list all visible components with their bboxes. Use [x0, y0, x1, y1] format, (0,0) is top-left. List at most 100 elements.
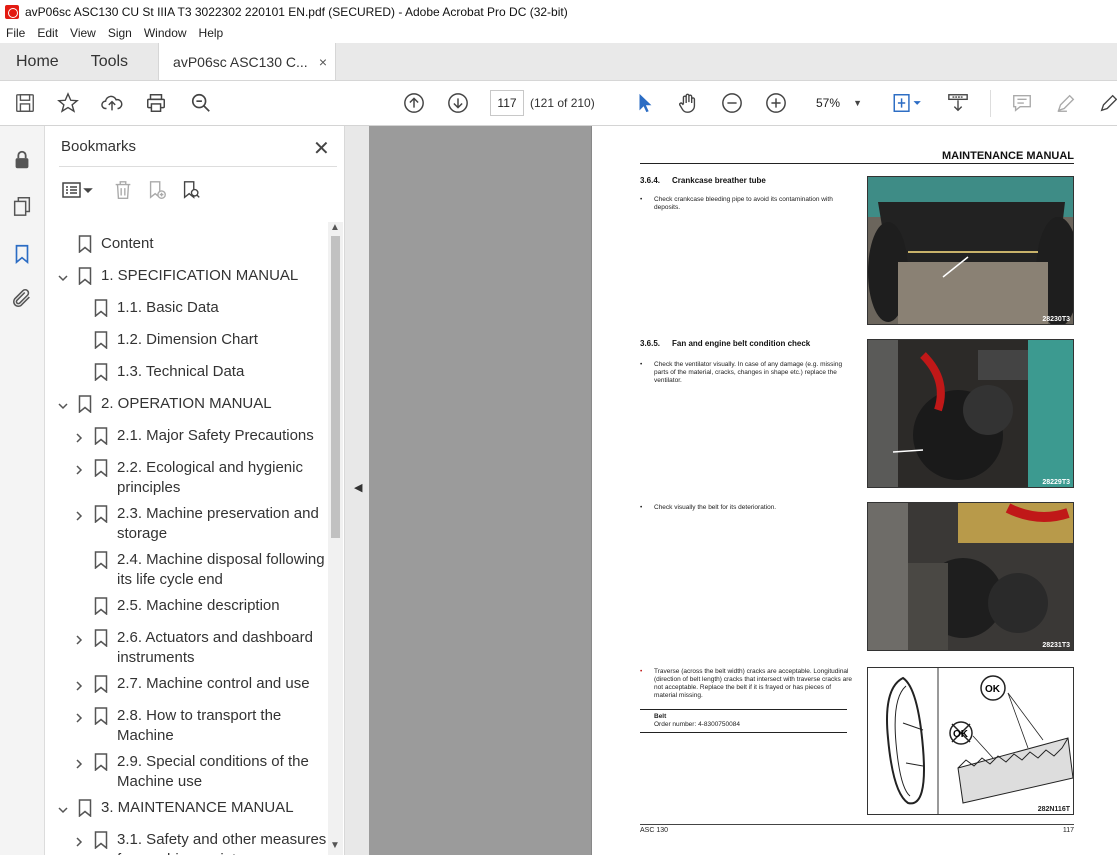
scroll-mode-icon[interactable]	[946, 91, 970, 115]
next-page-icon[interactable]	[446, 91, 470, 115]
bookmark-icon	[94, 597, 108, 616]
page-thumbnails-icon[interactable]	[10, 194, 34, 218]
chevron-right-icon[interactable]	[73, 834, 85, 847]
bookmark-options-icon[interactable]	[61, 178, 95, 202]
bookmark-icon	[78, 799, 92, 818]
paragraph: • Check crankcase bleeding pipe to avoid…	[640, 196, 833, 211]
menu-bar: File Edit View Sign Window Help	[0, 23, 1117, 43]
draw-sign-icon[interactable]	[1097, 91, 1117, 115]
bookmark-label: 2.8. How to transport the Machine	[117, 707, 282, 744]
new-bookmark-icon[interactable]	[145, 178, 169, 202]
page-number-input[interactable]: 117	[490, 90, 524, 116]
bookmarks-scrollbar[interactable]: ▲ ▼	[328, 222, 343, 855]
bookmarks-title: Bookmarks	[61, 138, 137, 155]
tab-document-label: avP06sc ASC130 C...	[173, 53, 308, 70]
pdf-page: MAINTENANCE MANUAL 3.6.4. Crankcase breat…	[591, 126, 1117, 855]
paragraph: • Traverse (across the belt width) crack…	[640, 668, 852, 699]
prev-page-icon[interactable]	[402, 91, 426, 115]
bookmark-icon	[94, 831, 108, 850]
footer-page-number: 117	[1062, 827, 1074, 834]
bookmark-label: 1.3. Technical Data	[117, 363, 245, 380]
menu-file[interactable]: File	[0, 26, 31, 40]
chevron-down-icon[interactable]	[57, 398, 69, 410]
photo-caption: 28231T3	[1042, 642, 1070, 649]
chevron-right-icon[interactable]	[73, 756, 85, 769]
fan-photo: 28229T3	[867, 339, 1074, 488]
menu-view[interactable]: View	[64, 26, 102, 40]
chevron-right-icon[interactable]	[73, 508, 85, 521]
chevron-down-icon[interactable]	[57, 802, 69, 814]
chevron-right-icon[interactable]	[73, 430, 85, 443]
menu-edit[interactable]: Edit	[31, 26, 64, 40]
chevron-down-icon[interactable]	[57, 270, 69, 282]
zoom-out-icon[interactable]	[720, 91, 744, 115]
tab-tools[interactable]: Tools	[75, 43, 144, 80]
scrollbar-thumb[interactable]	[331, 236, 340, 538]
bookmark-label: 1.1. Basic Data	[117, 299, 219, 316]
print-icon[interactable]	[144, 91, 168, 115]
fit-page-icon[interactable]	[890, 91, 926, 115]
bookmark-label: 1. SPECIFICATION MANUAL	[101, 267, 299, 284]
navigation-rail	[0, 126, 45, 855]
bookmark-label: 3.1. Safety and other measures for machi…	[117, 831, 327, 855]
document-view[interactable]: ◀ MAINTENANCE MANUAL 3.6.4. Crankcase bre…	[345, 126, 1117, 855]
bookmarks-panel: Bookmarks ✕ Content 1. SPECIFICATION MANU…	[45, 126, 345, 855]
section-heading: 3.6.4. Crankcase breather tube	[640, 176, 766, 185]
tab-close-button[interactable]: ×	[319, 54, 327, 70]
bookmark-icon	[78, 267, 92, 286]
find-bookmark-icon[interactable]	[179, 178, 203, 202]
part-name: Belt	[654, 713, 667, 720]
bookmark-icon	[94, 675, 108, 694]
menu-window[interactable]: Window	[138, 26, 193, 40]
bookmark-icon	[78, 235, 92, 254]
page-header: MAINTENANCE MANUAL	[640, 150, 1074, 164]
crankcase-photo: 28230T3	[867, 176, 1074, 325]
paragraph: • Check the ventilator visually. In case…	[640, 361, 843, 384]
photo-caption: 28230T3	[1042, 316, 1070, 323]
search-zoom-icon[interactable]	[189, 91, 213, 115]
zoom-in-icon[interactable]	[764, 91, 788, 115]
bookmarks-close-button[interactable]: ✕	[313, 136, 330, 161]
chevron-right-icon[interactable]	[73, 678, 85, 691]
bookmark-icon	[94, 427, 108, 446]
delete-bookmark-icon[interactable]	[111, 178, 135, 202]
collapse-panel-arrow-icon[interactable]: ◀	[354, 481, 362, 494]
bookmark-panel-icon[interactable]	[10, 242, 34, 266]
upload-cloud-icon[interactable]	[100, 91, 124, 115]
bookmark-label: Content	[101, 235, 154, 252]
chevron-down-icon: ▼	[853, 98, 862, 108]
menu-sign[interactable]: Sign	[102, 26, 138, 40]
tab-bar: Home Tools avP06sc ASC130 C... ×	[0, 43, 1117, 81]
page-count-label: (121 of 210)	[530, 96, 595, 110]
attachment-paperclip-icon[interactable]	[10, 286, 34, 310]
zoom-level-value: 57%	[816, 96, 841, 110]
bookmarks-tree: Content 1. SPECIFICATION MANUAL 1.1. Basic…	[45, 222, 327, 855]
toolbar-divider	[990, 90, 991, 117]
highlight-pen-icon[interactable]	[1054, 91, 1078, 115]
comment-icon[interactable]	[1010, 91, 1034, 115]
chevron-right-icon[interactable]	[73, 710, 85, 723]
bookmark-label: 2.4. Machine disposal following its life…	[117, 551, 325, 588]
tab-document[interactable]: avP06sc ASC130 C... ×	[158, 43, 337, 80]
select-cursor-icon[interactable]	[633, 91, 657, 115]
bookmark-label: 2.3. Machine preservation and storage	[117, 505, 319, 542]
chevron-right-icon[interactable]	[73, 462, 85, 475]
diagram-label-nok: OK	[953, 729, 969, 740]
scroll-up-arrow-icon[interactable]: ▲	[330, 222, 340, 233]
lock-icon[interactable]	[10, 148, 34, 172]
bookmark-icon	[78, 395, 92, 414]
bookmark-icon	[94, 505, 108, 524]
bookmark-icon	[94, 551, 108, 570]
tab-home[interactable]: Home	[0, 43, 75, 80]
save-icon[interactable]	[13, 91, 37, 115]
hand-tool-icon[interactable]	[676, 91, 700, 115]
scroll-down-arrow-icon[interactable]: ▼	[330, 840, 340, 851]
zoom-level-select[interactable]: 57% ▼	[806, 90, 868, 116]
menu-help[interactable]: Help	[193, 26, 230, 40]
star-icon[interactable]	[56, 91, 80, 115]
section-heading: 3.6.5. Fan and engine belt condition chec…	[640, 339, 811, 348]
bookmark-label: 2.6. Actuators and dashboard instruments	[117, 629, 313, 666]
part-order-number: Order number: 4-8300750084	[654, 721, 741, 728]
bookmark-icon	[94, 629, 108, 648]
chevron-right-icon[interactable]	[73, 632, 85, 645]
